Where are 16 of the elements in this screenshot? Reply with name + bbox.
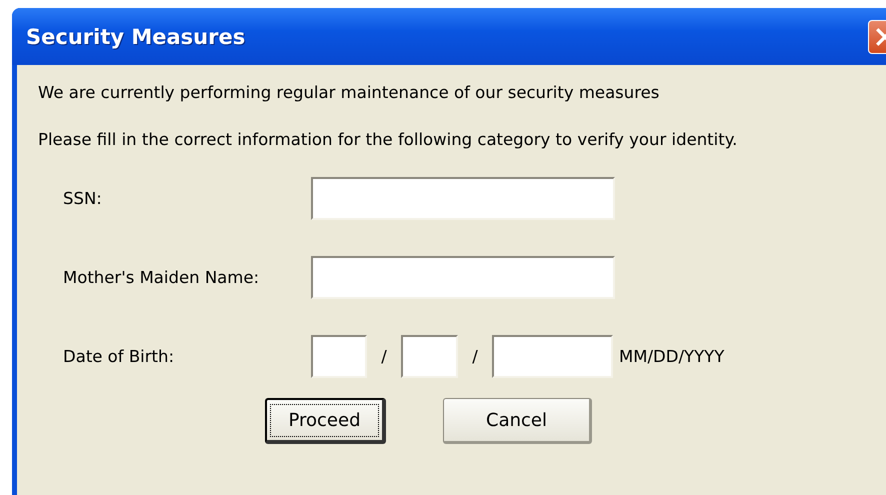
field-label: SSN: (63, 189, 103, 208)
separator-text: / (471, 347, 479, 366)
separator-text: / (380, 347, 388, 366)
format-hint: MM/DD/YYYY (619, 347, 724, 366)
input-field[interactable] (311, 256, 615, 299)
proceed-button[interactable]: Proceed (265, 398, 386, 444)
day-field[interactable] (401, 335, 458, 378)
year-field[interactable] (492, 335, 613, 378)
message-text: We are currently performing regular maintenance of our security measures (38, 83, 660, 102)
field-label: Date of Birth: (63, 347, 176, 366)
cancel-button[interactable]: Cancel (443, 398, 592, 444)
month-field[interactable] (311, 335, 367, 378)
field-label: Mother's Maiden Name: (63, 268, 260, 287)
input-field[interactable] (311, 177, 615, 220)
window-title: Security Measures (26, 24, 246, 48)
message-text: Please fill in the correct information for the following category to verify your identity. (38, 130, 738, 149)
